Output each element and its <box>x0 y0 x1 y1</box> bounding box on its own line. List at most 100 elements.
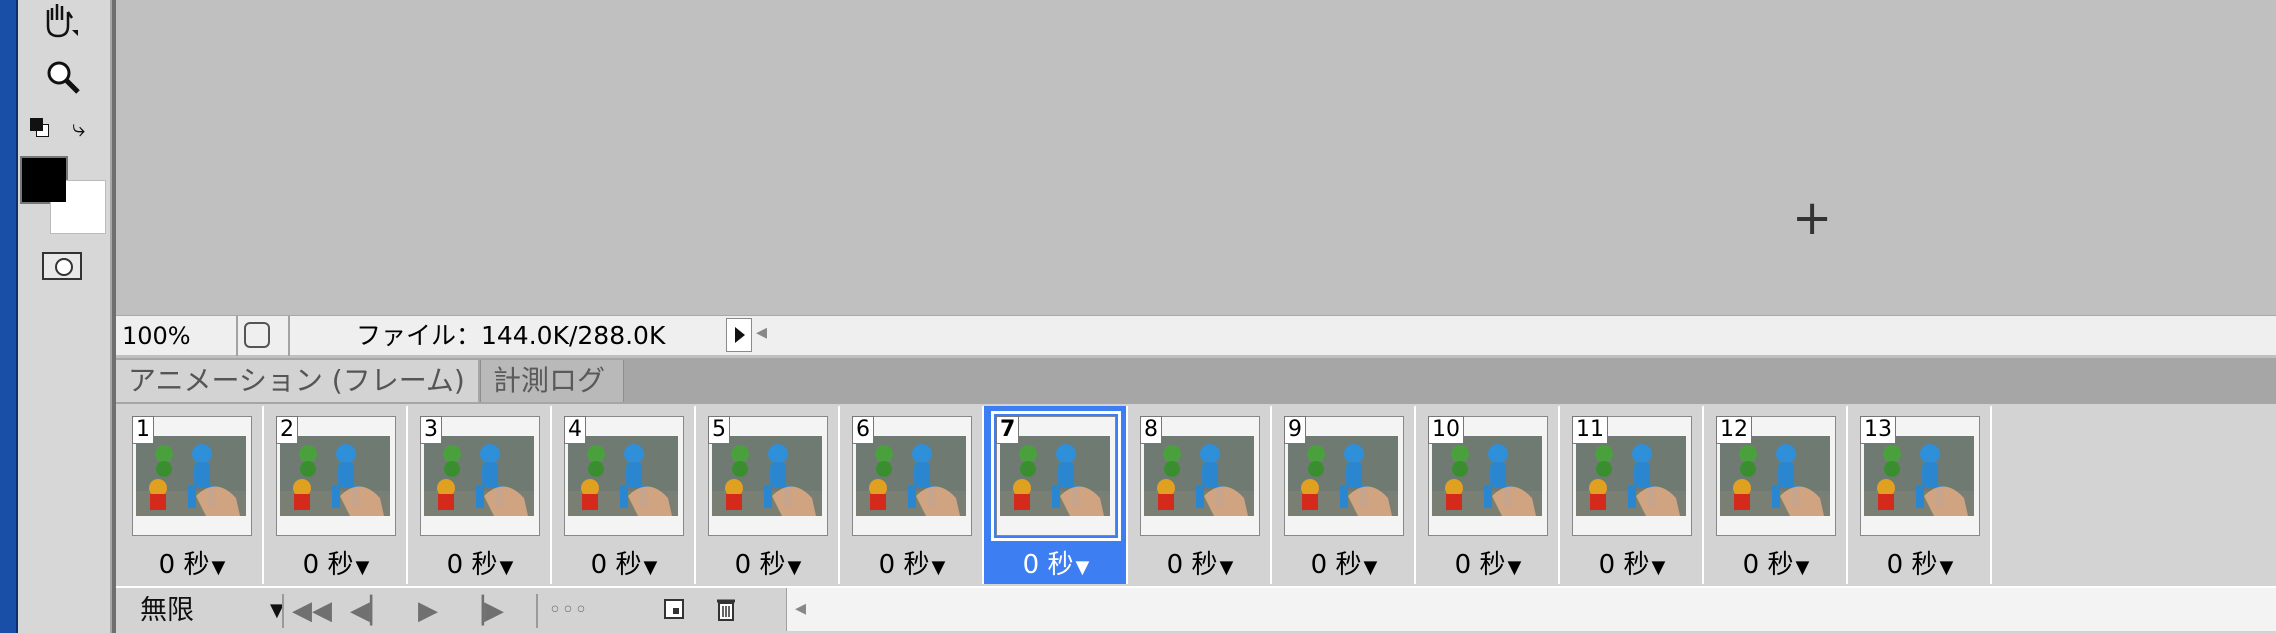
frame-thumbnail-image <box>1576 436 1686 516</box>
chevron-down-icon: ▼ <box>643 557 658 578</box>
frame-delay-label: 0 秒 <box>446 550 498 580</box>
frame-thumbnail[interactable]: 2 <box>276 416 396 536</box>
chevron-down-icon: ▼ <box>1075 557 1090 578</box>
window-edge <box>0 0 18 633</box>
default-colors-icon[interactable] <box>30 118 49 137</box>
animation-frame[interactable]: 2 0 秒 ▼ <box>264 406 408 584</box>
chevron-down-icon: ▼ <box>1651 557 1666 578</box>
status-menu-button[interactable] <box>726 318 752 352</box>
loop-options-select[interactable]: 無限 ▼ <box>140 594 300 628</box>
scroll-left-icon[interactable]: ◂ <box>795 596 806 621</box>
frame-thumbnail[interactable]: 1 <box>132 416 252 536</box>
frame-delay-select[interactable]: 0 秒 ▼ <box>1416 544 1560 581</box>
frame-number: 11 <box>1572 416 1608 444</box>
play-icon: ▶ <box>418 596 438 626</box>
frames-strip: 10 秒 ▼ 2 0 秒 ▼ 3 0 秒 ▼ 4 0 秒 ▼ 5 0 秒 ▼ 6 0 秒 ▼ 7 0 秒 ▼ 8 0 秒 ▼… <box>116 406 2276 586</box>
frame-delay-label: 0 秒 <box>734 550 786 580</box>
animation-frame[interactable]: 4 0 秒 ▼ <box>552 406 696 584</box>
document-canvas[interactable]: + <box>116 0 2276 315</box>
animation-frame[interactable]: 7 0 秒 ▼ <box>984 406 1128 584</box>
frame-delay-select[interactable]: 0 秒 ▼ <box>840 544 984 581</box>
frame-number: 13 <box>1860 416 1896 444</box>
frame-thumbnail[interactable]: 5 <box>708 416 828 536</box>
frame-delay-label: 0 秒 <box>1454 550 1506 580</box>
frame-thumbnail[interactable]: 12 <box>1716 416 1836 536</box>
frame-thumbnail[interactable]: 4 <box>564 416 684 536</box>
swap-colors-icon[interactable]: ⤷ <box>72 114 85 142</box>
next-frame-icon: ▕▶ <box>464 596 504 626</box>
frame-delay-select[interactable]: 0 秒 ▼ <box>984 544 1128 581</box>
frame-thumbnail-image <box>1288 436 1398 516</box>
frame-thumbnail-image <box>712 436 822 516</box>
previous-frame-icon: ◀▏ <box>350 596 390 626</box>
frame-thumbnail-image <box>1864 436 1974 516</box>
frame-delay-select[interactable]: 0 秒 ▼ <box>552 544 696 581</box>
frame-delay-label: 0 秒 <box>1886 550 1938 580</box>
frame-number: 3 <box>420 416 442 444</box>
frame-thumbnail[interactable]: 7 <box>991 411 1121 541</box>
frame-thumbnail[interactable]: 11 <box>1572 416 1692 536</box>
frame-delay-select[interactable]: 0 秒 ▼ <box>264 544 408 581</box>
frame-delay-select[interactable]: 0 秒 ▼ <box>1704 544 1848 581</box>
previous-frame-button[interactable]: ◀▏ <box>348 594 392 628</box>
duplicate-frame-button[interactable] <box>652 594 696 628</box>
next-frame-button[interactable]: ▕▶ <box>462 594 506 628</box>
zoom-icon[interactable] <box>44 58 84 98</box>
frame-delay-select[interactable]: 0 秒 ▼ <box>408 544 552 581</box>
play-button[interactable]: ▶ <box>406 594 450 628</box>
preview-icon[interactable] <box>244 322 270 348</box>
animation-frame[interactable]: 3 0 秒 ▼ <box>408 406 552 584</box>
chevron-down-icon: ▼ <box>499 557 514 578</box>
chevron-down-icon: ▼ <box>1507 557 1522 578</box>
first-frame-button[interactable]: ◀◀ <box>290 594 334 628</box>
tab-measurement-log[interactable]: 計測ログ <box>480 360 624 402</box>
hand-icon[interactable] <box>38 0 78 40</box>
status-bar: 100% ファイル：144.0K/288.0K ◂ <box>116 315 2276 356</box>
frame-thumbnail-image <box>280 436 390 516</box>
animation-frame[interactable]: 9 0 秒 ▼ <box>1272 406 1416 584</box>
frame-thumbnail[interactable]: 6 <box>852 416 972 536</box>
frame-delay-select[interactable]: 0 秒 ▼ <box>696 544 840 581</box>
animation-frame[interactable]: 11 0 秒 ▼ <box>1560 406 1704 584</box>
frame-thumbnail[interactable]: 8 <box>1140 416 1260 536</box>
frame-delay-label: 0 秒 <box>1598 550 1650 580</box>
chevron-down-icon: ▼ <box>355 557 370 578</box>
frame-delay-select[interactable]: 0 秒 ▼ <box>1560 544 1704 581</box>
animation-frame[interactable]: 13 0 秒 ▼ <box>1848 406 1992 584</box>
frame-number: 9 <box>1284 416 1306 444</box>
animation-frame[interactable]: 6 0 秒 ▼ <box>840 406 984 584</box>
animation-frame[interactable]: 10 0 秒 ▼ <box>1416 406 1560 584</box>
frame-delay-label: 0 秒 <box>590 550 642 580</box>
frame-thumbnail-image <box>1000 436 1110 516</box>
delete-frame-button[interactable] <box>704 594 748 628</box>
zoom-level-field[interactable]: 100% <box>122 320 232 352</box>
frame-delay-select[interactable]: 0 秒 ▼ <box>1848 544 1992 581</box>
animation-frame[interactable]: 5 0 秒 ▼ <box>696 406 840 584</box>
frames-horizontal-scrollbar[interactable]: ◂ <box>786 588 2276 631</box>
frame-thumbnail[interactable]: 3 <box>420 416 540 536</box>
frame-delay-select[interactable]: 0 秒 ▼ <box>1128 544 1272 581</box>
tab-animation-frames[interactable]: アニメーション (フレーム) <box>116 360 478 402</box>
frame-delay-select[interactable]: 0 秒 ▼ <box>120 544 264 581</box>
frame-delay-select[interactable]: 0 秒 ▼ <box>1272 544 1416 581</box>
tween-button[interactable]: ◦◦◦ <box>546 594 590 628</box>
scroll-left-icon[interactable]: ◂ <box>756 320 767 345</box>
animation-frame[interactable]: 12 0 秒 ▼ <box>1704 406 1848 584</box>
frame-thumbnail[interactable]: 10 <box>1428 416 1548 536</box>
frame-number: 7 <box>996 416 1020 444</box>
chevron-down-icon: ▼ <box>1219 557 1234 578</box>
controls-separator <box>282 594 284 628</box>
frame-number: 4 <box>564 416 586 444</box>
frame-number: 10 <box>1428 416 1464 444</box>
animation-frame[interactable]: 1 0 秒 ▼ <box>120 406 264 584</box>
animation-frame[interactable]: 8 0 秒 ▼ <box>1128 406 1272 584</box>
frame-delay-label: 0 秒 <box>878 550 930 580</box>
loop-option-label: 無限 <box>140 595 194 626</box>
frame-thumbnail[interactable]: 9 <box>1284 416 1404 536</box>
frame-delay-label: 0 秒 <box>158 550 210 580</box>
frame-thumbnail[interactable]: 13 <box>1860 416 1980 536</box>
foreground-color-fill <box>22 158 66 202</box>
quick-mask-icon[interactable] <box>42 252 82 280</box>
frame-number: 5 <box>708 416 730 444</box>
frame-delay-label: 0 秒 <box>1742 550 1794 580</box>
